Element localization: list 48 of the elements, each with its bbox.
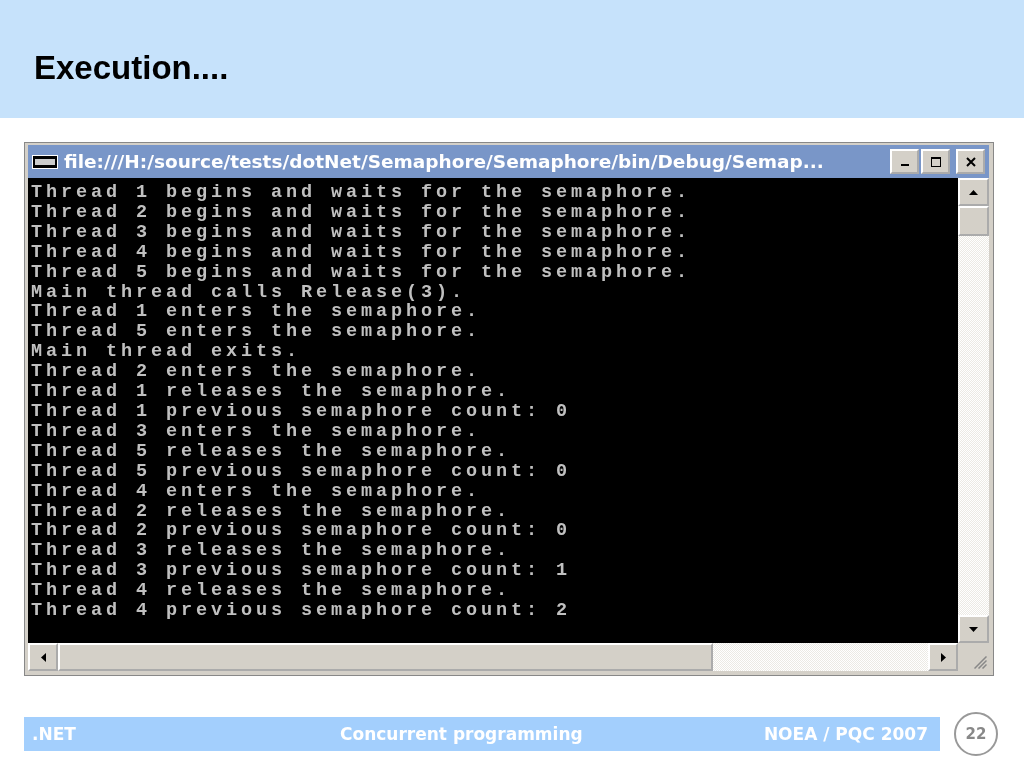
console-line: Thread 3 releases the semaphore. [31, 541, 513, 562]
footer-credit: NOEA / PQC 2007 [763, 724, 928, 744]
page-number: 22 [954, 712, 998, 756]
down-arrow-icon [969, 626, 978, 632]
horizontal-scrollbar[interactable] [28, 643, 958, 671]
scroll-right-button[interactable] [928, 643, 958, 671]
console-line: Thread 3 begins and waits for the semaphore. [31, 222, 693, 243]
vertical-scrollbar[interactable] [958, 178, 989, 643]
console-line: Thread 1 previous semaphore count: 0 [31, 401, 573, 422]
console-line: Thread 4 previous semaphore count: 2 [31, 601, 573, 621]
console-line: Thread 1 begins and waits for the semaphore. [31, 183, 693, 203]
console-line: Thread 5 releases the semaphore. [31, 441, 513, 462]
close-icon [965, 156, 976, 167]
console-line: Thread 5 previous semaphore count: 0 [31, 461, 573, 482]
console-line: Thread 2 enters the semaphore. [31, 362, 483, 383]
console-icon [32, 154, 58, 169]
console-line: Thread 4 releases the semaphore. [31, 581, 513, 602]
close-button[interactable] [956, 149, 985, 174]
left-arrow-icon [40, 652, 46, 662]
console-line: Thread 4 enters the semaphore. [31, 481, 483, 502]
console-line: Thread 2 begins and waits for the semaphore. [31, 202, 693, 223]
console-line: Thread 2 releases the semaphore. [31, 501, 513, 522]
console-line: Thread 3 previous semaphore count: 1 [31, 561, 573, 582]
scrollbar-thumb[interactable] [958, 206, 989, 236]
maximize-button[interactable] [921, 149, 950, 174]
console-line: Thread 2 previous semaphore count: 0 [31, 521, 573, 542]
console-line: Thread 1 releases the semaphore. [31, 382, 513, 402]
console-line: Main thread calls Release(3). [31, 282, 468, 303]
resize-grip-icon [974, 656, 987, 669]
scroll-left-button[interactable] [28, 643, 58, 671]
footer-title: Concurrent programming [339, 724, 584, 744]
maximize-icon [930, 156, 941, 167]
up-arrow-icon [969, 189, 978, 195]
footer-text: .NET [32, 724, 77, 744]
console-line: Thread 1 enters the semaphore. [31, 302, 483, 323]
console-line: Thread 5 begins and waits for the semaphore. [31, 262, 693, 283]
console-line: Thread 3 enters the semaphore. [31, 421, 483, 442]
scroll-down-button[interactable] [958, 615, 989, 643]
minimize-icon [900, 163, 909, 166]
minimize-button[interactable] [890, 149, 919, 174]
scrollbar-thumb[interactable] [58, 643, 713, 671]
console-line: Main thread exits. [31, 342, 303, 363]
window-title: file:///H:/source/tests/dotNet/Semaphore/Semaphore/bin/Debug/Semap... [64, 151, 825, 172]
console-line: Thread 5 enters the semaphore. [31, 322, 483, 343]
scroll-up-button[interactable] [958, 178, 989, 206]
console-line: Thread 4 begins and waits for the semaphore. [31, 242, 693, 263]
slide-title: Execution.... [34, 49, 229, 87]
right-arrow-icon [940, 652, 946, 662]
